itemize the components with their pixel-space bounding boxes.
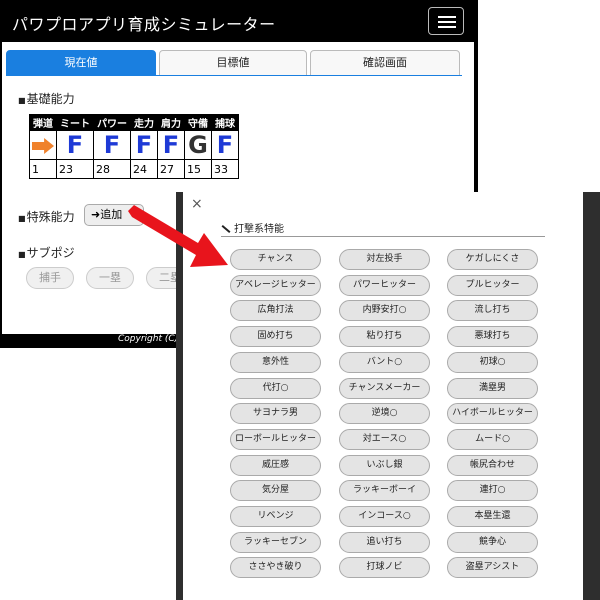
app-title: パワプロアプリ育成シミュレーター: [12, 15, 276, 34]
skill-button[interactable]: ケガしにくさ: [447, 249, 538, 270]
menu-icon: [438, 16, 456, 18]
skill-button[interactable]: 固め打ち: [230, 326, 321, 348]
tab-confirm-screen[interactable]: 確認画面: [310, 50, 460, 76]
skill-button[interactable]: プルヒッター: [447, 274, 538, 296]
subpos-first-base-button[interactable]: 一塁: [86, 267, 134, 289]
stat-header: 走力: [130, 114, 158, 131]
app-header: パワプロアプリ育成シミュレーター: [0, 0, 478, 42]
basic-ability-table: 弾道 ミート パワー 走力 肩力 守備 捕球 F F F F G F 1 23 …: [29, 114, 239, 179]
skill-button[interactable]: 意外性: [230, 351, 321, 373]
sub-position-heading: ■サブポジ: [18, 246, 75, 260]
skill-button[interactable]: 内野安打○: [339, 300, 430, 322]
value-trajectory[interactable]: 1: [29, 159, 57, 179]
stat-header: 守備: [184, 114, 212, 131]
stat-header: 捕球: [211, 114, 239, 131]
stats-header-row: 弾道 ミート パワー 走力 肩力 守備 捕球: [29, 114, 239, 131]
special-ability-modal: × 打撃系特能 チャンス 対左投手 ケガしにくさ アベレージヒッター パワーヒッター プル…: [183, 192, 583, 600]
value-power[interactable]: 28: [93, 159, 131, 179]
stat-header: 肩力: [157, 114, 185, 131]
grade-catching: F: [211, 130, 239, 160]
skill-button[interactable]: 威圧感: [230, 454, 321, 476]
login-icon: ➜: [91, 208, 101, 221]
skill-button[interactable]: チャンスメーカー: [339, 377, 430, 399]
value-arm[interactable]: 27: [157, 159, 185, 179]
skill-button[interactable]: 悪球打ち: [447, 326, 538, 348]
stats-grade-row: F F F F G F: [29, 130, 239, 160]
tab-current-value[interactable]: 現在値: [6, 50, 156, 76]
skill-button[interactable]: アベレージヒッター: [230, 274, 321, 296]
grade-speed: F: [130, 130, 158, 160]
skill-button[interactable]: 代打○: [230, 377, 321, 399]
skill-button[interactable]: 粘り打ち: [339, 326, 430, 348]
skill-button[interactable]: ローボールヒッター: [230, 428, 321, 450]
tab-underline: [6, 75, 462, 76]
skill-button[interactable]: バント○: [339, 351, 430, 373]
tab-target-value[interactable]: 目標値: [159, 50, 307, 76]
skill-button[interactable]: サヨナラ男: [230, 403, 321, 425]
skill-button[interactable]: インコース○: [339, 506, 430, 527]
special-ability-heading: ■特殊能力: [18, 210, 75, 224]
skill-button[interactable]: 気分屋: [230, 480, 321, 502]
skill-button[interactable]: 本塁生還: [447, 506, 538, 527]
red-arrow-icon: [128, 205, 228, 267]
tab-bar: 現在値 目標値 確認画面: [6, 50, 462, 76]
skill-button[interactable]: 流し打ち: [447, 300, 538, 322]
grade-arm: F: [157, 130, 185, 160]
skill-button[interactable]: ムード○: [447, 428, 538, 450]
skill-button[interactable]: 広角打法: [230, 300, 321, 322]
value-catching[interactable]: 33: [211, 159, 239, 179]
stats-value-row: 1 23 28 24 27 15 33: [29, 159, 239, 179]
stat-header: ミート: [56, 114, 94, 131]
trajectory-arrow-icon: [32, 138, 54, 154]
skill-button[interactable]: ラッキーボーイ: [339, 480, 430, 502]
skill-button[interactable]: ハイボールヒッター: [447, 403, 538, 425]
hamburger-menu-button[interactable]: [428, 7, 464, 35]
copyright-text: Copyright (C): [118, 334, 179, 344]
skill-button[interactable]: パワーヒッター: [339, 274, 430, 296]
grade-fielding: G: [184, 130, 212, 160]
skill-button[interactable]: チャンス: [230, 249, 321, 270]
skill-button[interactable]: いぶし銀: [339, 454, 430, 476]
skill-button[interactable]: ラッキーセブン: [230, 531, 321, 553]
skill-button[interactable]: 初球○: [447, 351, 538, 373]
skill-button[interactable]: リベンジ: [230, 506, 321, 527]
skill-button[interactable]: 追い打ち: [339, 531, 430, 553]
skill-button[interactable]: 対エース○: [339, 428, 430, 450]
grade-power: F: [93, 130, 131, 160]
skill-button[interactable]: 連打○: [447, 480, 538, 502]
trajectory-cell: [29, 130, 57, 160]
value-speed[interactable]: 24: [130, 159, 158, 179]
skill-button[interactable]: 盗塁アシスト: [447, 557, 538, 579]
skill-button[interactable]: 満塁男: [447, 377, 538, 399]
skill-button[interactable]: 帳尻合わせ: [447, 454, 538, 476]
value-fielding[interactable]: 15: [184, 159, 212, 179]
modal-section-heading: 打撃系特能: [221, 220, 545, 237]
basic-ability-heading: ■基礎能力: [18, 92, 75, 106]
subpos-catcher-button[interactable]: 捕手: [26, 267, 74, 289]
stat-header: 弾道: [29, 114, 57, 131]
skill-button[interactable]: 打球ノビ: [339, 557, 430, 579]
skill-button[interactable]: ささやき破り: [230, 557, 321, 579]
skill-button[interactable]: 逆境○: [339, 403, 430, 425]
value-meet[interactable]: 23: [56, 159, 94, 179]
grade-meet: F: [56, 130, 94, 160]
skill-button[interactable]: 競争心: [447, 531, 538, 553]
stat-header: パワー: [93, 114, 131, 131]
skill-button[interactable]: 対左投手: [339, 249, 430, 270]
